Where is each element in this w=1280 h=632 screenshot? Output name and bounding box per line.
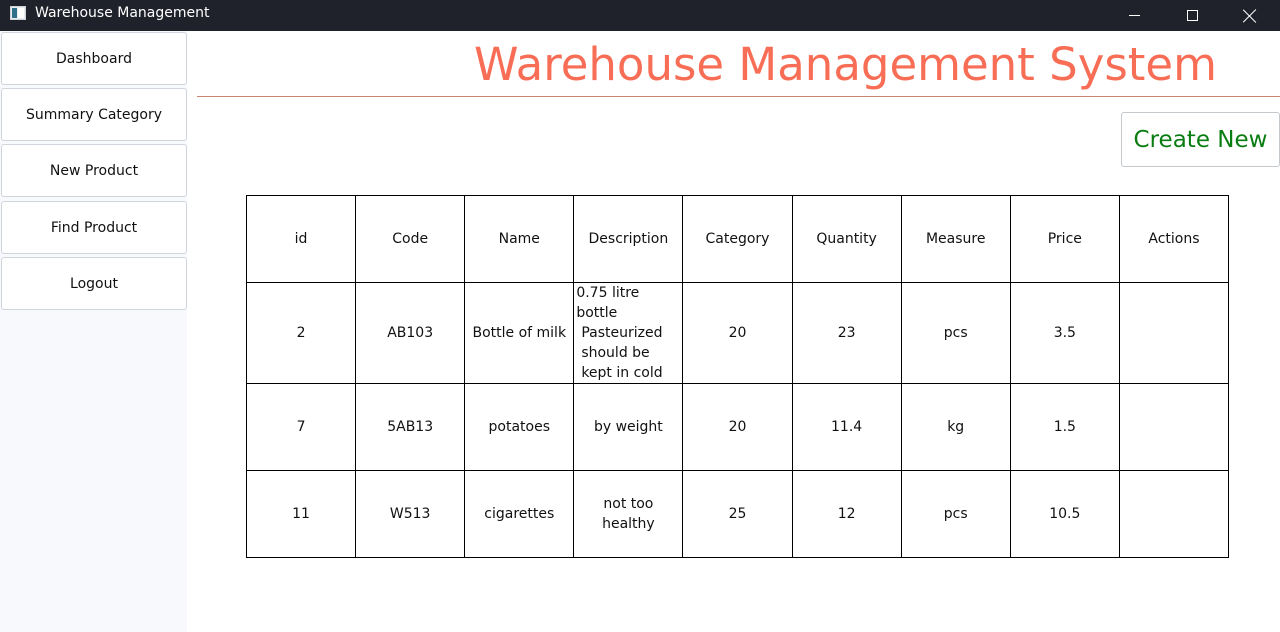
cell-id: 7 <box>245 383 357 471</box>
cell-quantity: 23 <box>791 282 902 384</box>
table-header-row: id Code Name Description Category Quanti… <box>245 195 1230 283</box>
cell-actions[interactable] <box>1118 383 1230 471</box>
cell-id: 2 <box>245 282 357 384</box>
products-table: id Code Name Description Category Quanti… <box>245 195 1230 558</box>
column-header-code: Code <box>355 195 466 283</box>
cell-measure: pcs <box>900 470 1011 558</box>
column-header-category: Category <box>682 195 793 283</box>
column-header-name: Name <box>464 195 575 283</box>
description-text: 0.75 litre bottle Pasteurized should be … <box>576 283 680 383</box>
cell-name: Bottle of milk <box>464 282 575 384</box>
cell-code: AB103 <box>355 282 466 384</box>
cell-actions[interactable] <box>1118 282 1230 384</box>
close-icon <box>1243 9 1257 23</box>
column-header-description: Description <box>573 195 684 283</box>
app-icon <box>10 6 26 20</box>
table-row: 2 AB103 Bottle of milk 0.75 litre bottle… <box>245 282 1230 384</box>
cell-id: 11 <box>245 470 357 558</box>
table-row: 7 5AB13 potatoes by weight 20 11.4 kg 1.… <box>245 383 1230 471</box>
sidebar-item-dashboard[interactable]: Dashboard <box>1 32 187 85</box>
create-new-button[interactable]: Create New <box>1121 112 1280 167</box>
cell-description: by weight <box>573 383 684 471</box>
cell-quantity: 11.4 <box>791 383 902 471</box>
cell-name: cigarettes <box>464 470 575 558</box>
description-line: Pasteurized <box>581 325 663 341</box>
cell-code: 5AB13 <box>355 383 466 471</box>
table-row: 11 W513 cigarettes not too healthy 25 12… <box>245 470 1230 558</box>
window-titlebar: Warehouse Management <box>0 0 1280 31</box>
cell-category: 20 <box>682 383 793 471</box>
close-button[interactable] <box>1221 0 1279 31</box>
sidebar-item-summary-category[interactable]: Summary Category <box>1 88 187 141</box>
cell-quantity: 12 <box>791 470 902 558</box>
cell-name: potatoes <box>464 383 575 471</box>
minimize-button[interactable] <box>1105 0 1163 31</box>
column-header-measure: Measure <box>900 195 1011 283</box>
cell-price: 10.5 <box>1009 470 1120 558</box>
column-header-price: Price <box>1009 195 1120 283</box>
cell-price: 3.5 <box>1009 282 1120 384</box>
cell-category: 25 <box>682 470 793 558</box>
description-line: 0.75 litre bottle <box>576 285 640 321</box>
cell-description: 0.75 litre bottle Pasteurized should be … <box>573 282 684 384</box>
cell-actions[interactable] <box>1118 470 1230 558</box>
cell-price: 1.5 <box>1009 383 1120 471</box>
cell-description: not too healthy <box>573 470 684 558</box>
minimize-icon <box>1128 15 1140 16</box>
sidebar-item-find-product[interactable]: Find Product <box>1 201 187 254</box>
maximize-button[interactable] <box>1163 0 1221 31</box>
column-header-quantity: Quantity <box>791 195 902 283</box>
description-line: should be <box>581 345 650 361</box>
title-divider <box>197 96 1280 97</box>
sidebar-item-new-product[interactable]: New Product <box>1 144 187 197</box>
maximize-icon <box>1186 10 1198 21</box>
page-title: Warehouse Management System <box>474 38 1217 91</box>
column-header-id: id <box>245 195 357 283</box>
description-line: kept in cold <box>581 365 663 381</box>
cell-code: W513 <box>355 470 466 558</box>
cell-measure: kg <box>900 383 1011 471</box>
cell-category: 20 <box>682 282 793 384</box>
window-title: Warehouse Management <box>35 5 210 21</box>
column-header-actions: Actions <box>1118 195 1230 283</box>
cell-measure: pcs <box>900 282 1011 384</box>
sidebar: Dashboard Summary Category New Product F… <box>0 31 187 632</box>
sidebar-item-logout[interactable]: Logout <box>1 257 187 310</box>
